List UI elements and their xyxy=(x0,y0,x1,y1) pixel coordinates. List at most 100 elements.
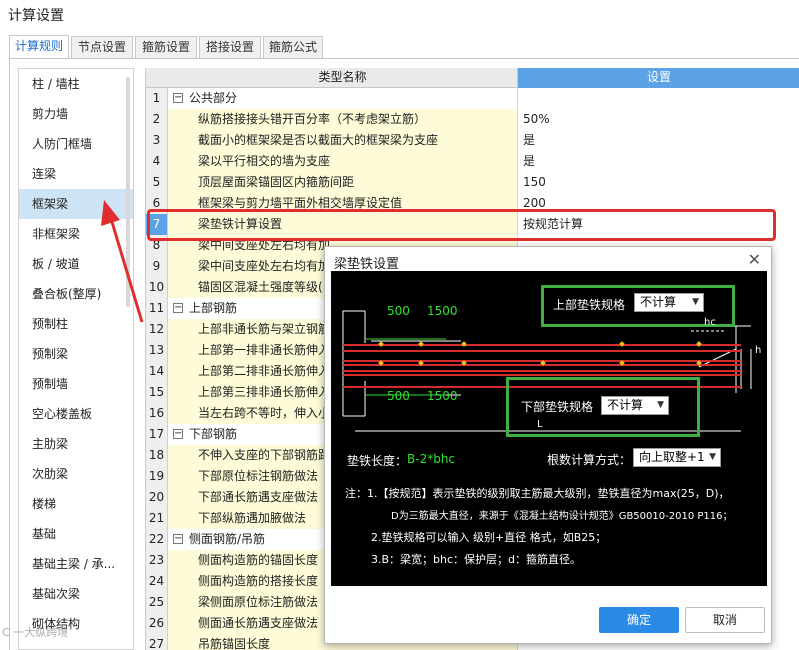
table-row[interactable]: 5 顶层屋面梁锚固区内箍筋间距 150 xyxy=(146,172,799,193)
sidebar-item-coupling-beam[interactable]: 连梁 xyxy=(19,159,133,189)
setting-value-cell[interactable]: 是 xyxy=(518,151,799,172)
row-number: 20 xyxy=(146,487,168,508)
setting-name: 锚固区混凝土强度等级( xyxy=(198,280,323,294)
setting-name: 侧面钢筋/吊筋 xyxy=(189,532,266,546)
grid-header: 类型名称 设置 xyxy=(146,68,799,88)
sidebar-item-foundation[interactable]: 基础 xyxy=(19,519,133,549)
count-method-select[interactable]: 向上取整+1 ▼ xyxy=(633,448,721,467)
sidebar-item-secondary-rib-beam[interactable]: 次肋梁 xyxy=(19,459,133,489)
cover-label-hc: hc xyxy=(704,317,716,328)
beam-shim-dialog: 梁垫铁设置 ✕ 500 1500 500 1500 上部垫铁规格 不计算 ▼ h… xyxy=(324,246,772,644)
sidebar-item-main-rib-beam[interactable]: 主肋梁 xyxy=(19,429,133,459)
tab-lap-settings[interactable]: 搭接设置 xyxy=(199,36,261,58)
setting-name: 梁中间支座处左右均有加 xyxy=(198,259,331,273)
row-number: 16 xyxy=(146,403,168,424)
table-row[interactable]: 3 截面小的框架梁是否以截面大的框架梁为支座 是 xyxy=(146,130,799,151)
upper-shim-select[interactable]: 不计算 ▼ xyxy=(634,293,704,312)
setting-name: 下部钢筋 xyxy=(189,427,238,441)
shim-length-value: B-2*bhc xyxy=(407,452,456,466)
table-row[interactable]: 2 纵筋搭接接头错开百分率（不考虑架立筋） 50% xyxy=(146,109,799,130)
setting-name: 下部原位标注钢筋做法 xyxy=(198,469,319,483)
tab-calc-rules[interactable]: 计算规则 xyxy=(9,35,69,59)
close-icon[interactable]: ✕ xyxy=(748,250,761,269)
lower-shim-label: 下部垫铁规格 xyxy=(521,400,594,414)
row-number: 13 xyxy=(146,340,168,361)
setting-name: 侧面构造筋的锚固长度 xyxy=(198,553,319,567)
lower-shim-select[interactable]: 不计算 ▼ xyxy=(601,396,669,415)
beam-diagram: 500 1500 500 1500 上部垫铁规格 不计算 ▼ hc h 下部垫铁规… xyxy=(331,271,767,586)
tab-stirrup-settings[interactable]: 箍筋设置 xyxy=(135,36,197,58)
shim-length-label: 垫铁长度： xyxy=(347,454,408,468)
sidebar-item-foundation-main-beam[interactable]: 基础主梁 / 承... xyxy=(19,549,133,579)
sidebar-item-precast-beam[interactable]: 预制梁 xyxy=(19,339,133,369)
setting-name: 下部通长筋遇支座做法 xyxy=(198,490,319,504)
span-label-L: L xyxy=(537,419,543,430)
dimension-500-top: 500 xyxy=(387,304,410,318)
setting-value-cell[interactable] xyxy=(518,88,799,109)
row-number: 25 xyxy=(146,592,168,613)
collapse-icon[interactable]: − xyxy=(173,93,183,103)
sidebar-item-slab-ramp[interactable]: 板 / 坡道 xyxy=(19,249,133,279)
sidebar-item-foundation-secondary-beam[interactable]: 基础次梁 xyxy=(19,579,133,609)
row-number: 17 xyxy=(146,424,168,445)
sidebar-item-precast-column[interactable]: 预制柱 xyxy=(19,309,133,339)
setting-name: 纵筋搭接接头错开百分率（不考虑架立筋） xyxy=(198,112,427,126)
setting-name: 上部钢筋 xyxy=(189,301,238,315)
row-highlight-annotation xyxy=(147,209,776,241)
setting-name: 不伸入支座的下部钢筋距 xyxy=(198,448,331,462)
row-number: 3 xyxy=(146,130,168,151)
column-header-name[interactable]: 类型名称 xyxy=(168,68,518,88)
setting-value-cell[interactable]: 50% xyxy=(518,109,799,130)
note-line-1: 注：1.【按规范】表示垫铁的级别取主筋最大级别，垫铁直径为max(25，D)， xyxy=(345,487,730,500)
collapse-icon[interactable]: − xyxy=(173,303,183,313)
setting-value-cell[interactable]: 是 xyxy=(518,130,799,151)
dimension-1500-top: 1500 xyxy=(427,304,458,318)
sidebar-item-shear-wall[interactable]: 剪力墙 xyxy=(19,99,133,129)
collapse-icon[interactable]: − xyxy=(173,429,183,439)
sidebar-item-composite-slab[interactable]: 叠合板(整厚) xyxy=(19,279,133,309)
upper-shim-label: 上部垫铁规格 xyxy=(553,298,626,312)
row-number: 27 xyxy=(146,634,168,650)
row-number: 23 xyxy=(146,550,168,571)
setting-name: 梁以平行相交的墙为支座 xyxy=(198,154,331,168)
sidebar-item-non-frame-beam[interactable]: 非框架梁 xyxy=(19,219,133,249)
sidebar-scrollbar[interactable] xyxy=(126,77,130,307)
row-number: 15 xyxy=(146,382,168,403)
setting-name-cell: 梁以平行相交的墙为支座 xyxy=(168,151,518,172)
setting-name: 当左右跨不等时，伸入小 xyxy=(198,406,331,420)
window-title: 计算设置 xyxy=(8,8,64,24)
table-row[interactable]: 1− 公共部分 xyxy=(146,88,799,109)
sidebar-item-stairs[interactable]: 楼梯 xyxy=(19,489,133,519)
setting-name: 梁侧面原位标注筋做法 xyxy=(198,595,319,609)
column-header-setting[interactable]: 设置 xyxy=(518,68,799,88)
ok-button[interactable]: 确定 xyxy=(599,607,679,633)
row-number: 4 xyxy=(146,151,168,172)
watermark: C 一大纵跨境 xyxy=(2,626,69,639)
tab-stirrup-formula[interactable]: 箍筋公式 xyxy=(263,36,323,58)
sidebar-item-frame-beam[interactable]: 框架梁 xyxy=(19,189,133,219)
setting-name: 下部纵筋遇加腋做法 xyxy=(198,511,307,525)
chevron-down-icon: ▼ xyxy=(692,297,699,307)
height-label-h: h xyxy=(755,345,762,356)
setting-name: 顶层屋面梁锚固区内箍筋间距 xyxy=(198,175,355,189)
collapse-icon[interactable]: − xyxy=(173,534,183,544)
sidebar-item-column[interactable]: 柱 / 墙柱 xyxy=(19,69,133,99)
sidebar-item-civil-defense-door-frame[interactable]: 人防门框墙 xyxy=(19,129,133,159)
lower-shim-value: 不计算 xyxy=(607,398,644,412)
count-method-value: 向上取整+1 xyxy=(639,450,705,464)
setting-name: 上部第三排非通长筋伸入 xyxy=(198,385,331,399)
note-line-1b: D为三筋最大直径，来源于《混凝土结构设计规范》GB50010-2010 P116… xyxy=(391,511,733,522)
row-number: 11 xyxy=(146,298,168,319)
setting-name-cell: 纵筋搭接接头错开百分率（不考虑架立筋） xyxy=(168,109,518,130)
setting-name: 上部第二排非通长筋伸入 xyxy=(198,364,331,378)
sidebar-item-precast-wall[interactable]: 预制墙 xyxy=(19,369,133,399)
cancel-button[interactable]: 取消 xyxy=(685,607,765,633)
tab-node-settings[interactable]: 节点设置 xyxy=(71,36,133,58)
setting-name-cell: 顶层屋面梁锚固区内箍筋间距 xyxy=(168,172,518,193)
table-row[interactable]: 4 梁以平行相交的墙为支座 是 xyxy=(146,151,799,172)
setting-value-cell[interactable]: 150 xyxy=(518,172,799,193)
sidebar-item-hollow-floor-slab[interactable]: 空心楼盖板 xyxy=(19,399,133,429)
row-number: 24 xyxy=(146,571,168,592)
row-number: 19 xyxy=(146,466,168,487)
row-number: 10 xyxy=(146,277,168,298)
